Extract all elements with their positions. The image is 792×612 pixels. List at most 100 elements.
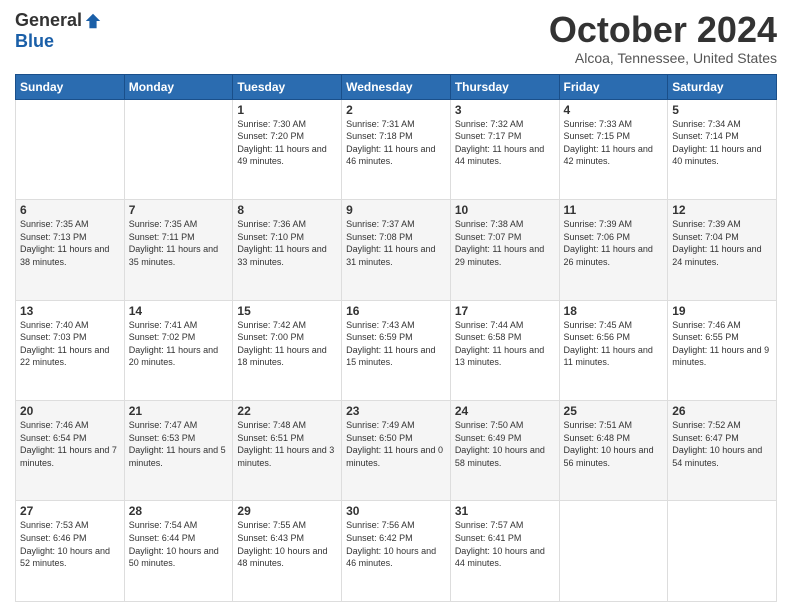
logo-general-text: General xyxy=(15,10,82,31)
calendar-day-cell: 4 Sunrise: 7:33 AMSunset: 7:15 PMDaylight… xyxy=(559,99,668,199)
calendar-day-cell xyxy=(668,501,777,602)
day-number: 20 xyxy=(20,404,120,418)
day-info: Sunrise: 7:32 AMSunset: 7:17 PMDaylight:… xyxy=(455,119,544,167)
calendar-day-cell: 6Sunrise: 7:35 AMSunset: 7:13 PMDaylight… xyxy=(16,200,125,300)
day-number: 5 xyxy=(672,103,772,117)
day-info: Sunrise: 7:46 AMSunset: 6:55 PMDaylight:… xyxy=(672,320,769,368)
calendar-day-cell: 13 Sunrise: 7:40 AMSunset: 7:03 PMDayligh… xyxy=(16,300,125,400)
calendar-day-cell: 24 Sunrise: 7:50 AMSunset: 6:49 PMDayligh… xyxy=(450,401,559,501)
day-info: Sunrise: 7:30 AMSunset: 7:20 PMDaylight:… xyxy=(237,119,326,167)
day-number: 28 xyxy=(129,504,229,518)
day-of-week-header: Sunday xyxy=(16,74,125,99)
calendar-day-cell xyxy=(16,99,125,199)
calendar-day-cell: 27 Sunrise: 7:53 AMSunset: 6:46 PMDayligh… xyxy=(16,501,125,602)
day-info: Sunrise: 7:55 AMSunset: 6:43 PMDaylight:… xyxy=(237,520,327,568)
day-info: Sunrise: 7:39 AMSunset: 7:06 PMDaylight:… xyxy=(564,219,653,267)
day-info: Sunrise: 7:46 AMSunset: 6:54 PMDaylight:… xyxy=(20,420,117,468)
header: General Blue October 2024 Alcoa, Tenness… xyxy=(15,10,777,66)
day-info: Sunrise: 7:43 AMSunset: 6:59 PMDaylight:… xyxy=(346,320,435,368)
day-number: 3 xyxy=(455,103,555,117)
calendar-day-cell: 31 Sunrise: 7:57 AMSunset: 6:41 PMDayligh… xyxy=(450,501,559,602)
calendar-day-cell xyxy=(124,99,233,199)
calendar-day-cell: 7 Sunrise: 7:35 AMSunset: 7:11 PMDaylight… xyxy=(124,200,233,300)
day-info: Sunrise: 7:41 AMSunset: 7:02 PMDaylight:… xyxy=(129,320,218,368)
day-number: 23 xyxy=(346,404,446,418)
day-number: 25 xyxy=(564,404,664,418)
calendar-day-cell xyxy=(559,501,668,602)
day-number: 13 xyxy=(20,304,120,318)
calendar-day-cell: 12 Sunrise: 7:39 AMSunset: 7:04 PMDayligh… xyxy=(668,200,777,300)
day-info: Sunrise: 7:54 AMSunset: 6:44 PMDaylight:… xyxy=(129,520,219,568)
day-info: Sunrise: 7:37 AMSunset: 7:08 PMDaylight:… xyxy=(346,219,435,267)
page: General Blue October 2024 Alcoa, Tenness… xyxy=(0,0,792,612)
day-number: 29 xyxy=(237,504,337,518)
day-info: Sunrise: 7:57 AMSunset: 6:41 PMDaylight:… xyxy=(455,520,545,568)
day-info: Sunrise: 7:35 AMSunset: 7:13 PMDaylight:… xyxy=(20,219,109,267)
title-section: October 2024 Alcoa, Tennessee, United St… xyxy=(549,10,777,66)
day-number: 19 xyxy=(672,304,772,318)
calendar-day-cell: 3 Sunrise: 7:32 AMSunset: 7:17 PMDaylight… xyxy=(450,99,559,199)
day-of-week-header: Monday xyxy=(124,74,233,99)
day-number: 22 xyxy=(237,404,337,418)
calendar-day-cell: 9 Sunrise: 7:37 AMSunset: 7:08 PMDaylight… xyxy=(342,200,451,300)
day-number: 21 xyxy=(129,404,229,418)
day-number: 16 xyxy=(346,304,446,318)
day-info: Sunrise: 7:52 AMSunset: 6:47 PMDaylight:… xyxy=(672,420,762,468)
day-number: 1 xyxy=(237,103,337,117)
calendar-day-cell: 10Sunrise: 7:38 AMSunset: 7:07 PMDayligh… xyxy=(450,200,559,300)
day-info: Sunrise: 7:49 AMSunset: 6:50 PMDaylight:… xyxy=(346,420,443,468)
calendar-week-row: 20 Sunrise: 7:46 AMSunset: 6:54 PMDayligh… xyxy=(16,401,777,501)
day-number: 18 xyxy=(564,304,664,318)
day-number: 31 xyxy=(455,504,555,518)
calendar-day-cell: 28 Sunrise: 7:54 AMSunset: 6:44 PMDayligh… xyxy=(124,501,233,602)
day-number: 24 xyxy=(455,404,555,418)
calendar-day-cell: 8Sunrise: 7:36 AMSunset: 7:10 PMDaylight… xyxy=(233,200,342,300)
calendar-day-cell: 2 Sunrise: 7:31 AMSunset: 7:18 PMDaylight… xyxy=(342,99,451,199)
day-number: 26 xyxy=(672,404,772,418)
calendar-day-cell: 16 Sunrise: 7:43 AMSunset: 6:59 PMDayligh… xyxy=(342,300,451,400)
day-number: 27 xyxy=(20,504,120,518)
day-info: Sunrise: 7:39 AMSunset: 7:04 PMDaylight:… xyxy=(672,219,761,267)
day-number: 12 xyxy=(672,203,772,217)
calendar: SundayMondayTuesdayWednesdayThursdayFrid… xyxy=(15,74,777,602)
day-info: Sunrise: 7:40 AMSunset: 7:03 PMDaylight:… xyxy=(20,320,109,368)
month-title: October 2024 xyxy=(549,10,777,50)
logo-blue-text: Blue xyxy=(15,31,54,52)
day-number: 4 xyxy=(564,103,664,117)
day-number: 7 xyxy=(129,203,229,217)
day-info: Sunrise: 7:50 AMSunset: 6:49 PMDaylight:… xyxy=(455,420,545,468)
day-info: Sunrise: 7:44 AMSunset: 6:58 PMDaylight:… xyxy=(455,320,544,368)
calendar-day-cell: 19 Sunrise: 7:46 AMSunset: 6:55 PMDayligh… xyxy=(668,300,777,400)
calendar-day-cell: 29 Sunrise: 7:55 AMSunset: 6:43 PMDayligh… xyxy=(233,501,342,602)
day-number: 10 xyxy=(455,203,555,217)
day-info: Sunrise: 7:35 AMSunset: 7:11 PMDaylight:… xyxy=(129,219,218,267)
calendar-header-row: SundayMondayTuesdayWednesdayThursdayFrid… xyxy=(16,74,777,99)
day-of-week-header: Wednesday xyxy=(342,74,451,99)
calendar-day-cell: 25 Sunrise: 7:51 AMSunset: 6:48 PMDayligh… xyxy=(559,401,668,501)
logo: General Blue xyxy=(15,10,102,52)
day-of-week-header: Friday xyxy=(559,74,668,99)
day-number: 9 xyxy=(346,203,446,217)
day-info: Sunrise: 7:33 AMSunset: 7:15 PMDaylight:… xyxy=(564,119,653,167)
calendar-day-cell: 23 Sunrise: 7:49 AMSunset: 6:50 PMDayligh… xyxy=(342,401,451,501)
day-info: Sunrise: 7:48 AMSunset: 6:51 PMDaylight:… xyxy=(237,420,334,468)
day-number: 30 xyxy=(346,504,446,518)
calendar-day-cell: 11 Sunrise: 7:39 AMSunset: 7:06 PMDayligh… xyxy=(559,200,668,300)
day-number: 11 xyxy=(564,203,664,217)
calendar-day-cell: 21Sunrise: 7:47 AMSunset: 6:53 PMDayligh… xyxy=(124,401,233,501)
calendar-day-cell: 15Sunrise: 7:42 AMSunset: 7:00 PMDayligh… xyxy=(233,300,342,400)
day-info: Sunrise: 7:53 AMSunset: 6:46 PMDaylight:… xyxy=(20,520,110,568)
day-number: 15 xyxy=(237,304,337,318)
calendar-day-cell: 1 Sunrise: 7:30 AMSunset: 7:20 PMDaylight… xyxy=(233,99,342,199)
logo-icon xyxy=(84,12,102,30)
calendar-day-cell: 22 Sunrise: 7:48 AMSunset: 6:51 PMDayligh… xyxy=(233,401,342,501)
location-text: Alcoa, Tennessee, United States xyxy=(549,50,777,66)
day-number: 2 xyxy=(346,103,446,117)
day-info: Sunrise: 7:51 AMSunset: 6:48 PMDaylight:… xyxy=(564,420,654,468)
calendar-week-row: 27 Sunrise: 7:53 AMSunset: 6:46 PMDayligh… xyxy=(16,501,777,602)
calendar-day-cell: 30Sunrise: 7:56 AMSunset: 6:42 PMDayligh… xyxy=(342,501,451,602)
calendar-week-row: 1 Sunrise: 7:30 AMSunset: 7:20 PMDaylight… xyxy=(16,99,777,199)
day-of-week-header: Tuesday xyxy=(233,74,342,99)
day-info: Sunrise: 7:36 AMSunset: 7:10 PMDaylight:… xyxy=(237,219,326,267)
day-info: Sunrise: 7:31 AMSunset: 7:18 PMDaylight:… xyxy=(346,119,435,167)
